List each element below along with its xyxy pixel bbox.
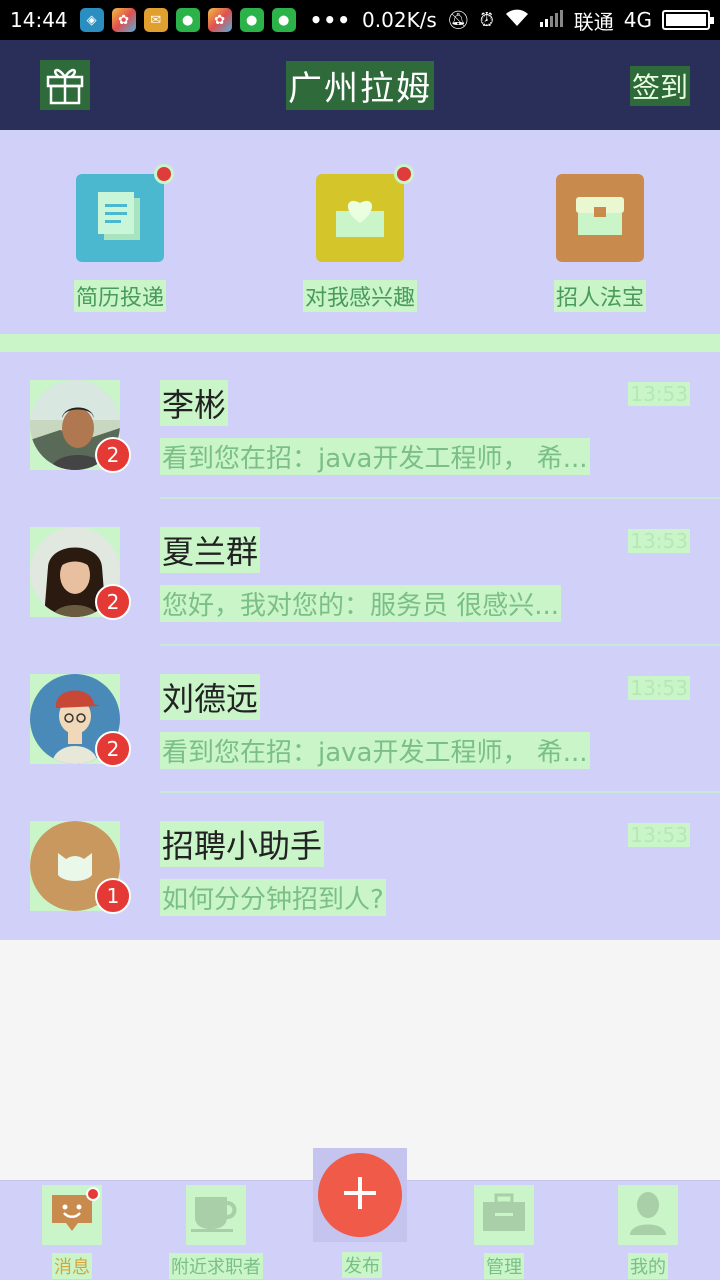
message-time: 13:53 (628, 529, 690, 553)
resume-tile (76, 164, 174, 262)
unread-badge: 1 (95, 878, 131, 914)
publish-button-wrap (313, 1148, 407, 1242)
conversation-item[interactable]: 2 李彬 13:53 看到您在招：java开发工程师， 希... (0, 352, 720, 499)
message-preview: 如何分分钟招到人? (160, 879, 386, 916)
status-time: 14:44 (10, 8, 68, 32)
shortcut-panel: 简历投递 对我感兴趣 招人法宝 (0, 130, 720, 334)
nav-icon-box (42, 1185, 102, 1245)
photos-app-icon: ✿ (111, 8, 136, 32)
message-preview: 您好，我对您的：服务员 很感兴... (160, 585, 562, 622)
nav-label: 附近求职者 (169, 1253, 263, 1279)
gift-icon (45, 61, 85, 109)
network-type: 4G (623, 8, 652, 32)
shortcut-interested-in-me[interactable]: 对我感兴趣 (240, 130, 480, 334)
message-preview: 看到您在招：java开发工程师， 希... (160, 732, 590, 769)
nav-manage[interactable]: 管理 (432, 1181, 576, 1280)
conversation-item[interactable]: 2 刘德远 13:53 看到您在招：java开发工程师， 希... (0, 646, 720, 793)
heart-box-icon (332, 191, 388, 245)
unread-dot (86, 1187, 100, 1201)
message-icon: ● (239, 8, 264, 32)
unread-dot (394, 164, 414, 184)
unread-badge: 2 (95, 437, 131, 473)
photos-app-icon: ✿ (207, 8, 232, 32)
message-time: 13:53 (628, 823, 690, 847)
mute-icon: 🔕︎ (446, 9, 470, 31)
checkin-button[interactable]: 签到 (629, 66, 690, 106)
plus-icon (342, 1175, 378, 1215)
coffee-cup-icon (191, 1193, 241, 1237)
shortcut-label: 对我感兴趣 (302, 280, 417, 312)
status-right: 0.02K/s 🔕︎ ⏰︎ 联通 4G (362, 6, 714, 35)
nav-label: 发布 (342, 1252, 382, 1278)
shortcut-label: 简历投递 (73, 280, 166, 312)
contact-name: 李彬 (160, 380, 229, 426)
interested-tile (316, 164, 414, 262)
shortcut-recruiting-tools[interactable]: 招人法宝 (480, 130, 720, 334)
nav-label: 消息 (52, 1253, 92, 1279)
carrier: 联通 (573, 9, 614, 34)
wechat-icon: ● (175, 8, 200, 32)
wechat-icon: ● (271, 8, 296, 32)
more-notifications: ••• (309, 8, 351, 32)
page-title: 广州拉姆 (286, 60, 434, 110)
nav-icon-box (618, 1185, 678, 1245)
unread-dot (154, 164, 174, 184)
nav-label: 我的 (628, 1253, 668, 1279)
nav-label: 管理 (484, 1253, 524, 1279)
nav-messages[interactable]: 消息 (0, 1181, 144, 1280)
conversation-item[interactable]: 2 夏兰群 13:53 您好，我对您的：服务员 很感兴... (0, 499, 720, 646)
contact-name: 招聘小助手 (160, 821, 325, 867)
unread-badge: 2 (95, 584, 131, 620)
conversation-list: 2 李彬 13:53 看到您在招：java开发工程师， 希... 2 夏兰群 1… (0, 352, 720, 940)
message-time: 13:53 (628, 382, 690, 406)
nav-me[interactable]: 我的 (576, 1181, 720, 1280)
person-icon (628, 1191, 668, 1239)
notification-icons: ◈ ✿ ✉ ● ✿ ● ● ••• (79, 8, 351, 32)
alarm-icon: ⏰︎ (479, 9, 494, 31)
nav-icon-box (186, 1185, 246, 1245)
contact-name: 夏兰群 (160, 527, 261, 573)
app-header: 广州拉姆 签到 (0, 40, 720, 130)
resume-icon (94, 188, 146, 248)
contact-name: 刘德远 (160, 674, 261, 720)
nav-icon-box (474, 1185, 534, 1245)
message-time: 13:53 (628, 676, 690, 700)
wifi-icon (504, 8, 530, 33)
gift-button[interactable] (40, 60, 90, 110)
status-bar: 14:44 ◈ ✿ ✉ ● ✿ ● ● ••• 0.02K/s 🔕︎ ⏰︎ 联通… (0, 0, 720, 40)
battery-icon (662, 10, 714, 30)
nav-nearby-seekers[interactable]: 附近求职者 (144, 1181, 288, 1280)
net-speed: 0.02K/s (362, 8, 437, 32)
conversation-item[interactable]: 1 招聘小助手 13:53 如何分分钟招到人? (0, 793, 720, 940)
briefcase-icon (481, 1193, 527, 1237)
unread-badge: 2 (95, 731, 131, 767)
tools-tile (556, 174, 644, 262)
signal-icon (539, 8, 564, 32)
shortcut-label: 招人法宝 (553, 280, 646, 312)
shortcut-resume-delivery[interactable]: 简历投递 (0, 130, 240, 334)
publish-button[interactable] (318, 1153, 402, 1237)
message-preview: 看到您在招：java开发工程师， 希... (160, 438, 590, 475)
shield-app-icon: ◈ (79, 8, 104, 32)
mail-app-icon: ✉ (143, 8, 168, 32)
section-divider (0, 334, 720, 352)
treasure-box-icon (572, 191, 628, 245)
